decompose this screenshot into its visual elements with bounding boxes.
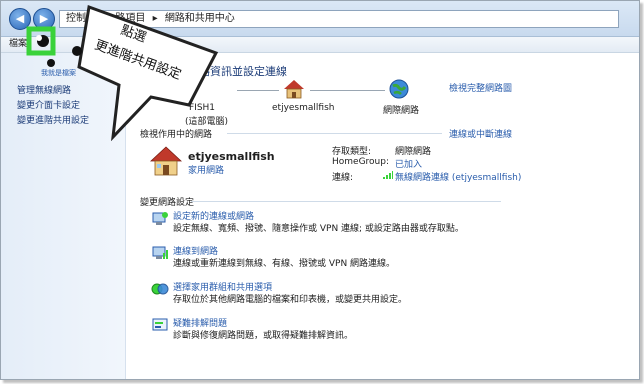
task-setup-connection-desc: 設定無線、寬頻、撥號、隨意操作或 VPN 連線; 或設定路由器或存取點。 [173, 224, 464, 234]
active-networks-title: 檢視作用中的網路 [140, 130, 213, 140]
network-name: etjyesmallfish [188, 150, 275, 163]
house-icon [284, 80, 304, 99]
troubleshoot-icon [152, 318, 168, 331]
back-button[interactable]: ◀ [9, 8, 31, 30]
breadcrumb-item-control-panel[interactable]: 控制台 [66, 13, 96, 24]
section-divider [227, 133, 442, 134]
main-content: 路資訊並設定連線 檢視完整網路圖 FISH1 (這部電腦) etjyesmall… [127, 53, 639, 379]
new-connection-icon [152, 212, 168, 225]
map-connector-line [237, 90, 279, 91]
connect-disconnect-link[interactable]: 連線或中斷連線 [449, 127, 512, 140]
change-settings-title: 變更網路設定 [140, 198, 195, 208]
home-network-icon [149, 146, 183, 176]
full-map-link[interactable]: 檢視完整網路圖 [449, 81, 512, 94]
connect-network-icon [152, 246, 168, 259]
network-map-label: etjyesmallfish [272, 103, 335, 113]
sidebar-item-manage-wireless[interactable]: 管理無線網路 [17, 83, 71, 96]
task-homegroup-desc: 存取位於其他網路電腦的檔案和印表機，或變更共用設定。 [173, 295, 408, 305]
globe-icon [389, 79, 409, 99]
signal-bars-icon [383, 171, 393, 179]
task-connect-network-desc: 連線或重新連線到無線、有線、撥號或 VPN 網路連線。 [173, 259, 396, 269]
network-type-link[interactable]: 家用網路 [188, 163, 224, 176]
toolbar-file-menu[interactable]: 檔案 [9, 39, 27, 49]
callout-hint: 我就是檔案 [41, 69, 76, 77]
access-type-value: 網際網路 [395, 147, 432, 157]
sidebar-item-advanced-sharing[interactable]: 變更進階共用設定 [17, 113, 89, 126]
internet-label: 網際網路 [383, 106, 420, 116]
breadcrumb-separator-icon: ▸ [152, 13, 158, 24]
sidebar: 管理無線網路 變更介面卡設定 變更進階共用設定 [1, 53, 126, 379]
window: ◀ ▶ 控制台 ▸ 路項目 ▸ 網路和共用中心 檔案 管理無線網路 變更介面卡設… [0, 0, 640, 380]
section-divider [191, 201, 501, 202]
breadcrumb-item-sharing-center[interactable]: 網路和共用中心 [165, 13, 235, 24]
forward-button[interactable]: ▶ [33, 8, 55, 30]
access-type-label: 存取類型: [332, 147, 372, 157]
computer-label: FISH1 [189, 103, 216, 113]
connection-value-link[interactable]: 無線網路連線 (etjyesmallfish) [395, 170, 521, 183]
computer-sublabel: (這部電腦) [185, 117, 229, 127]
sidebar-item-adapter-settings[interactable]: 變更介面卡設定 [17, 98, 80, 111]
page-title: 路資訊並設定連線 [199, 65, 287, 78]
connection-label: 連線: [332, 173, 354, 183]
homegroup-label: HomeGroup: [332, 157, 390, 167]
breadcrumb-separator-icon: ▸ [103, 13, 109, 24]
homegroup-value[interactable]: 已加入 [395, 157, 422, 170]
address-bar: ◀ ▶ 控制台 ▸ 路項目 ▸ 網路和共用中心 [1, 1, 639, 37]
map-connector-line [310, 90, 385, 91]
homegroup-icon [151, 283, 169, 295]
task-troubleshoot-desc: 診斷與修復網路問題，或取得疑難排解資訊。 [173, 331, 354, 341]
